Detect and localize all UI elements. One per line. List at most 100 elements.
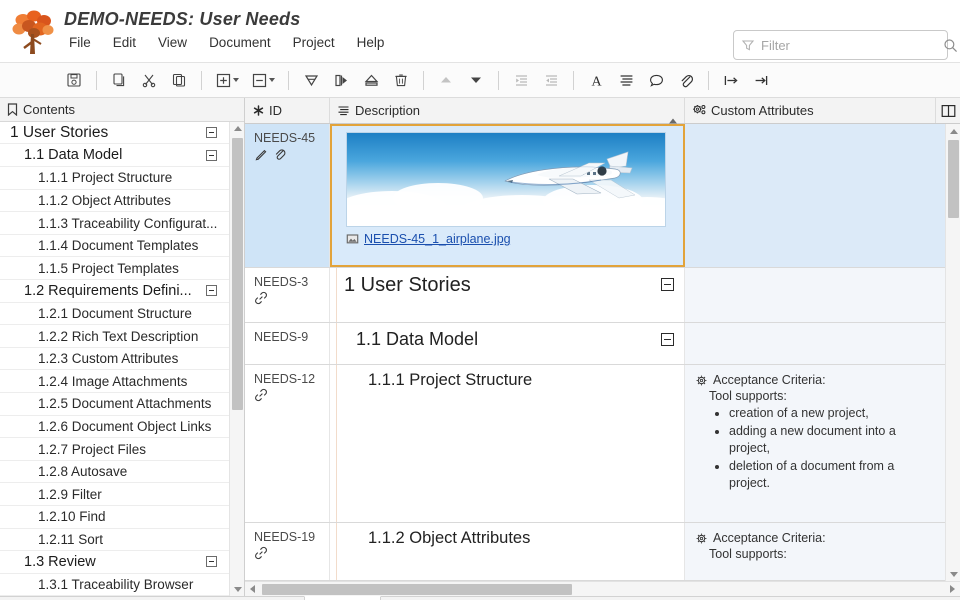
scroll-up-icon[interactable] — [946, 124, 960, 138]
scroll-down-icon[interactable] — [230, 582, 244, 596]
table-row[interactable]: NEEDS-45NEEDS-45_1_airplane.jpg — [245, 124, 945, 268]
sidebar-item[interactable]: 1.1.2 Object Attributes — [0, 190, 229, 213]
column-header-id[interactable]: ID — [245, 98, 330, 123]
menu-document[interactable]: Document — [207, 34, 273, 51]
table-row[interactable]: NEEDS-121.1.1 Project StructureAcceptanc… — [245, 365, 945, 523]
menu-help[interactable]: Help — [355, 34, 387, 51]
add-object-button[interactable] — [210, 66, 244, 94]
sidebar-item[interactable]: 1.2.7 Project Files — [0, 438, 229, 461]
cell-id: NEEDS-9 — [245, 323, 330, 364]
sidebar-item[interactable]: 1.2.4 Image Attachments — [0, 370, 229, 393]
scrollbar-thumb[interactable] — [232, 138, 243, 410]
sidebar-item[interactable]: 1.2.1 Document Structure — [0, 303, 229, 326]
grid-scrollbar[interactable] — [945, 124, 960, 581]
sidebar-item[interactable]: 1.2.2 Rich Text Description — [0, 325, 229, 348]
paragraph-button[interactable] — [612, 66, 640, 94]
column-header-description[interactable]: Description — [330, 98, 685, 123]
comment-button[interactable] — [642, 66, 670, 94]
cell-description[interactable]: 1 User Stories — [330, 268, 685, 322]
move-down-button[interactable] — [462, 66, 490, 94]
search-icon[interactable] — [943, 38, 958, 53]
remove-object-button[interactable] — [246, 66, 280, 94]
collapse-toggle-icon[interactable] — [206, 556, 217, 567]
row-collapse-toggle-icon[interactable] — [661, 333, 674, 346]
delete-button[interactable] — [387, 66, 415, 94]
sidebar-item[interactable]: 1.1.5 Project Templates — [0, 257, 229, 280]
attachment-button[interactable] — [672, 66, 700, 94]
menu-project[interactable]: Project — [291, 34, 337, 51]
sidebar-item[interactable]: 1.2 Requirements Defini... — [0, 280, 229, 303]
link-start-button[interactable] — [717, 66, 745, 94]
cell-custom-attributes[interactable]: Acceptance Criteria:Tool supports:creati… — [685, 365, 945, 522]
collapse-toggle-icon[interactable] — [206, 127, 217, 138]
contents-tree[interactable]: 1 User Stories1.1 Data Model1.1.1 Projec… — [0, 122, 229, 596]
sidebar-item[interactable]: 1.2.3 Custom Attributes — [0, 348, 229, 371]
row-collapse-toggle-icon[interactable] — [661, 278, 674, 291]
cell-custom-attributes[interactable] — [685, 268, 945, 322]
collapse-toggle-icon[interactable] — [206, 150, 217, 161]
image-file-link[interactable]: NEEDS-45_1_airplane.jpg — [364, 232, 511, 246]
merge-objects-button[interactable] — [297, 66, 325, 94]
cell-custom-attributes[interactable] — [685, 124, 945, 267]
extract-object-button[interactable] — [357, 66, 385, 94]
scrollbar-thumb-horizontal[interactable] — [262, 584, 572, 595]
sidebar-item[interactable]: 1.1 Data Model — [0, 144, 229, 167]
scroll-left-icon[interactable] — [245, 585, 260, 593]
scroll-down-icon[interactable] — [946, 567, 960, 581]
split-object-button[interactable] — [327, 66, 355, 94]
sidebar-scrollbar[interactable] — [229, 122, 244, 596]
body-split: Contents 1 User Stories1.1 Data Model1.1… — [0, 98, 960, 596]
copy-button[interactable] — [105, 66, 133, 94]
sort-ascending-icon[interactable] — [669, 103, 677, 118]
collapse-toggle-icon[interactable] — [206, 285, 217, 296]
scroll-up-icon[interactable] — [230, 122, 244, 136]
cell-description[interactable]: 1.1 Data Model — [330, 323, 685, 364]
tab-needs[interactable]: NEEDS — [304, 596, 381, 600]
table-row[interactable]: NEEDS-191.1.2 Object AttributesAcceptanc… — [245, 523, 945, 581]
link-end-button[interactable] — [747, 66, 775, 94]
scroll-right-icon[interactable] — [945, 585, 960, 593]
sidebar-item[interactable]: 1.2.5 Document Attachments — [0, 393, 229, 416]
gear-attributes-icon — [692, 104, 706, 117]
font-button[interactable]: A — [582, 66, 610, 94]
indent-button[interactable] — [537, 66, 565, 94]
cell-custom-attributes[interactable] — [685, 323, 945, 364]
sidebar-item[interactable]: 1.1.3 Traceability Configurat... — [0, 212, 229, 235]
table-row[interactable]: NEEDS-31 User Stories — [245, 268, 945, 323]
scrollbar-thumb[interactable] — [948, 140, 959, 218]
save-button[interactable] — [60, 66, 88, 94]
column-header-custom-attributes[interactable]: Custom Attributes — [685, 98, 935, 123]
menu-file[interactable]: File — [67, 34, 93, 51]
search-input[interactable] — [755, 38, 943, 53]
move-up-button[interactable] — [432, 66, 460, 94]
sidebar-item[interactable]: 1.3.1 Traceability Browser — [0, 574, 229, 596]
columns-panel-icon[interactable] — [935, 98, 960, 123]
menu-edit[interactable]: Edit — [111, 34, 138, 51]
table-row[interactable]: NEEDS-91.1 Data Model — [245, 323, 945, 365]
cell-description[interactable]: 1.1.2 Object Attributes — [330, 523, 685, 580]
chevron-down-icon[interactable] — [269, 78, 275, 82]
grid-horizontal-scrollbar[interactable] — [245, 581, 960, 596]
chevron-down-icon[interactable] — [233, 78, 239, 82]
sidebar-item[interactable]: 1.2.9 Filter — [0, 483, 229, 506]
cell-custom-attributes[interactable]: Acceptance Criteria:Tool supports: — [685, 523, 945, 580]
sidebar-item[interactable]: 1.2.6 Document Object Links — [0, 416, 229, 439]
menu-view[interactable]: View — [156, 34, 189, 51]
sidebar-item[interactable]: 1 User Stories — [0, 122, 229, 145]
outdent-button[interactable] — [507, 66, 535, 94]
image-link-row[interactable]: NEEDS-45_1_airplane.jpg — [346, 232, 666, 246]
paste-button[interactable] — [165, 66, 193, 94]
sidebar-item[interactable]: 1.1.1 Project Structure — [0, 167, 229, 190]
sidebar-item[interactable]: 1.2.8 Autosave — [0, 461, 229, 484]
image-icon — [346, 233, 359, 245]
attribute-subtitle: Tool supports: — [695, 389, 935, 403]
sidebar-item[interactable]: 1.1.4 Document Templates — [0, 235, 229, 258]
filter-box[interactable] — [733, 30, 948, 60]
cut-button[interactable] — [135, 66, 163, 94]
sidebar-item[interactable]: 1.2.11 Sort — [0, 529, 229, 552]
cell-description[interactable]: 1.1.1 Project Structure — [330, 365, 685, 522]
sidebar-item[interactable]: 1.2.10 Find — [0, 506, 229, 529]
cell-description[interactable]: NEEDS-45_1_airplane.jpg — [330, 124, 685, 267]
grid-rows[interactable]: NEEDS-45NEEDS-45_1_airplane.jpgNEEDS-31 … — [245, 124, 945, 581]
sidebar-item[interactable]: 1.3 Review — [0, 551, 229, 574]
